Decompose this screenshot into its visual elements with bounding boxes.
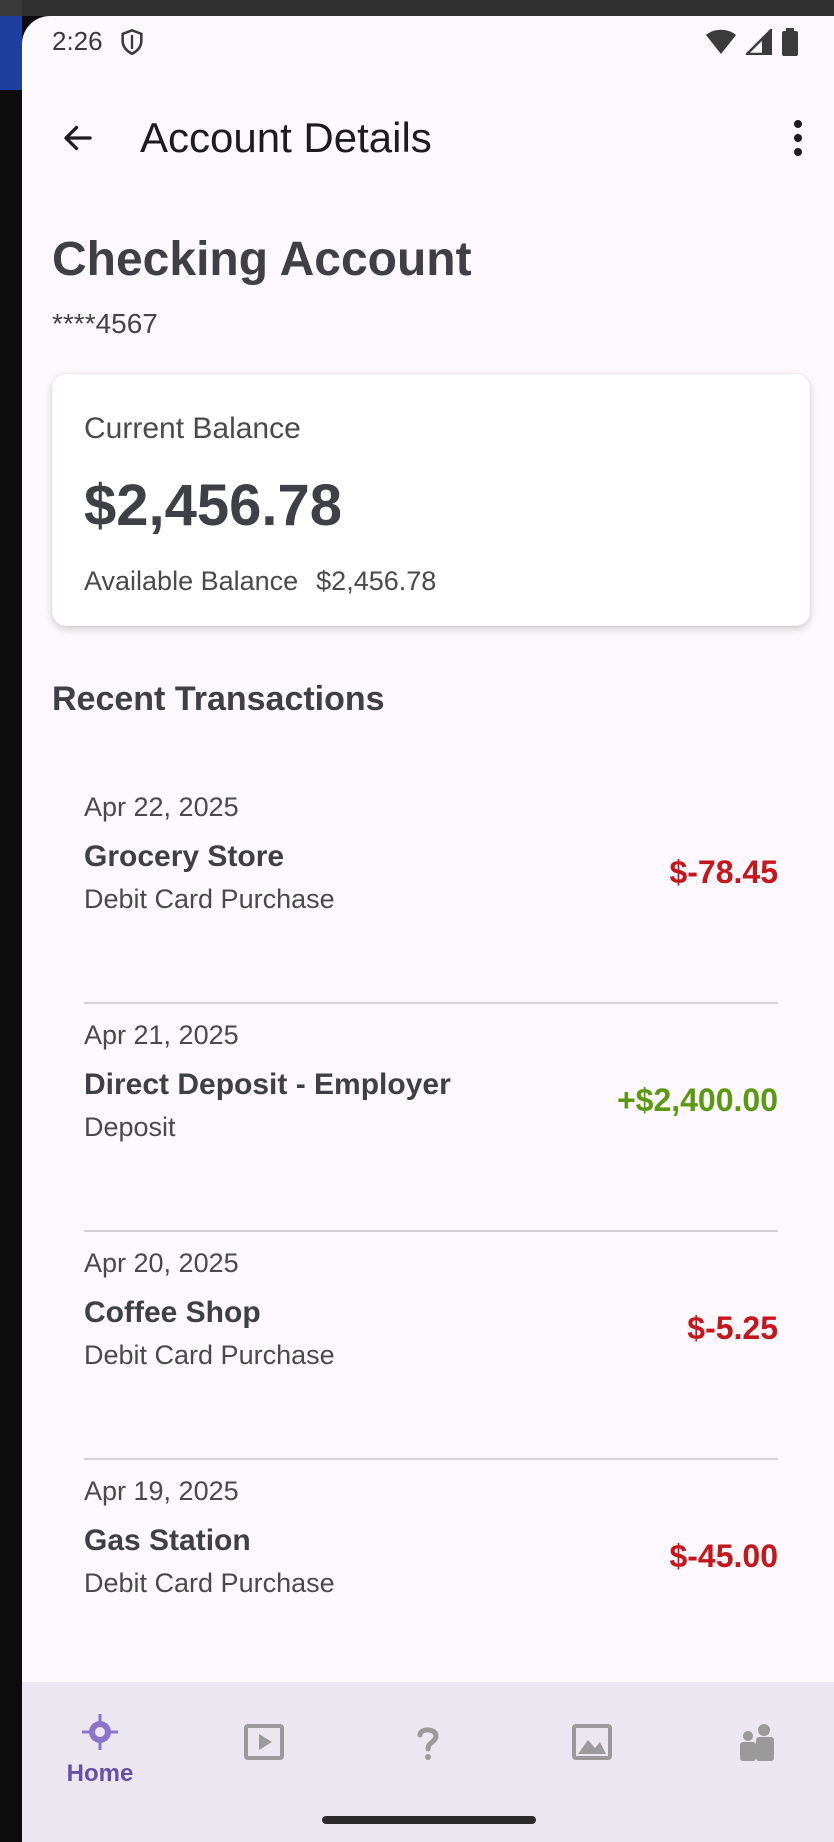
shield-icon (121, 28, 143, 56)
people-icon (740, 1724, 774, 1761)
transaction-amount: $-45.00 (669, 1538, 778, 1574)
nav-video[interactable] (214, 1722, 314, 1822)
status-bar: 2:26 (22, 16, 834, 72)
available-balance-row: Available Balance $2,456.78 (84, 566, 436, 597)
app-bar: Account Details (22, 88, 834, 200)
nav-people[interactable] (706, 1722, 806, 1822)
page-title: Account Details (140, 114, 432, 161)
transaction-type: Debit Card Purchase (84, 884, 335, 914)
cell-signal-icon (746, 29, 772, 55)
more-options-button[interactable] (770, 110, 826, 166)
gesture-home-bar[interactable] (322, 1816, 536, 1824)
transaction-amount: $-78.45 (669, 854, 778, 890)
transaction-merchant: Direct Deposit - Employer (84, 1068, 451, 1101)
background-tab (0, 16, 22, 90)
nav-home[interactable]: Home (50, 1712, 150, 1812)
status-time: 2:26 (52, 26, 103, 56)
transaction-amount: $-5.25 (687, 1310, 778, 1346)
transaction-type: Deposit (84, 1112, 176, 1142)
nav-gallery[interactable] (542, 1722, 642, 1822)
transaction-date: Apr 21, 2025 (84, 1020, 239, 1050)
window-top-edge (22, 0, 834, 16)
balance-card: Current Balance $2,456.78 Available Bala… (52, 374, 810, 626)
battery-icon (782, 28, 798, 56)
available-balance-amount: $2,456.78 (316, 566, 437, 596)
video-play-icon (244, 1724, 284, 1760)
recent-transactions-heading: Recent Transactions (52, 680, 385, 718)
transaction-list: Apr 22, 2025 Grocery Store Debit Card Pu… (84, 776, 778, 1688)
wifi-icon (706, 29, 736, 54)
arrow-back-icon (64, 125, 92, 151)
transaction-item[interactable]: Apr 22, 2025 Grocery Store Debit Card Pu… (84, 776, 778, 1004)
transaction-type: Debit Card Purchase (84, 1568, 335, 1598)
background-terminal (0, 0, 22, 1842)
transaction-date: Apr 22, 2025 (84, 792, 239, 822)
account-name: Checking Account (52, 233, 472, 286)
image-icon (572, 1724, 612, 1760)
more-vert-icon (794, 120, 802, 156)
nav-help[interactable] (378, 1722, 478, 1822)
help-question-icon (417, 1727, 439, 1760)
transaction-item[interactable]: Apr 20, 2025 Coffee Shop Debit Card Purc… (84, 1232, 778, 1460)
transaction-date: Apr 19, 2025 (84, 1476, 239, 1506)
transaction-item[interactable]: Apr 19, 2025 Gas Station Debit Card Purc… (84, 1460, 778, 1688)
current-balance-label: Current Balance (84, 412, 301, 445)
transaction-date: Apr 20, 2025 (84, 1248, 239, 1278)
account-number: ****4567 (52, 308, 158, 339)
home-crosshair-icon (82, 1714, 118, 1750)
status-icons (706, 28, 798, 56)
back-button[interactable] (50, 110, 106, 166)
available-balance-label: Available Balance (84, 566, 299, 596)
transaction-amount: +$2,400.00 (616, 1082, 778, 1118)
background-titlebar (0, 0, 22, 16)
transaction-merchant: Coffee Shop (84, 1296, 261, 1329)
transaction-merchant: Gas Station (84, 1524, 251, 1557)
transaction-merchant: Grocery Store (84, 840, 285, 873)
nav-home-label: Home (66, 1760, 134, 1787)
transaction-item[interactable]: Apr 21, 2025 Direct Deposit - Employer D… (84, 1004, 778, 1232)
current-balance-amount: $2,456.78 (84, 473, 343, 538)
phone-screen: 2:26 Account Details Checking Account **… (22, 16, 834, 1842)
transaction-type: Debit Card Purchase (84, 1340, 335, 1370)
